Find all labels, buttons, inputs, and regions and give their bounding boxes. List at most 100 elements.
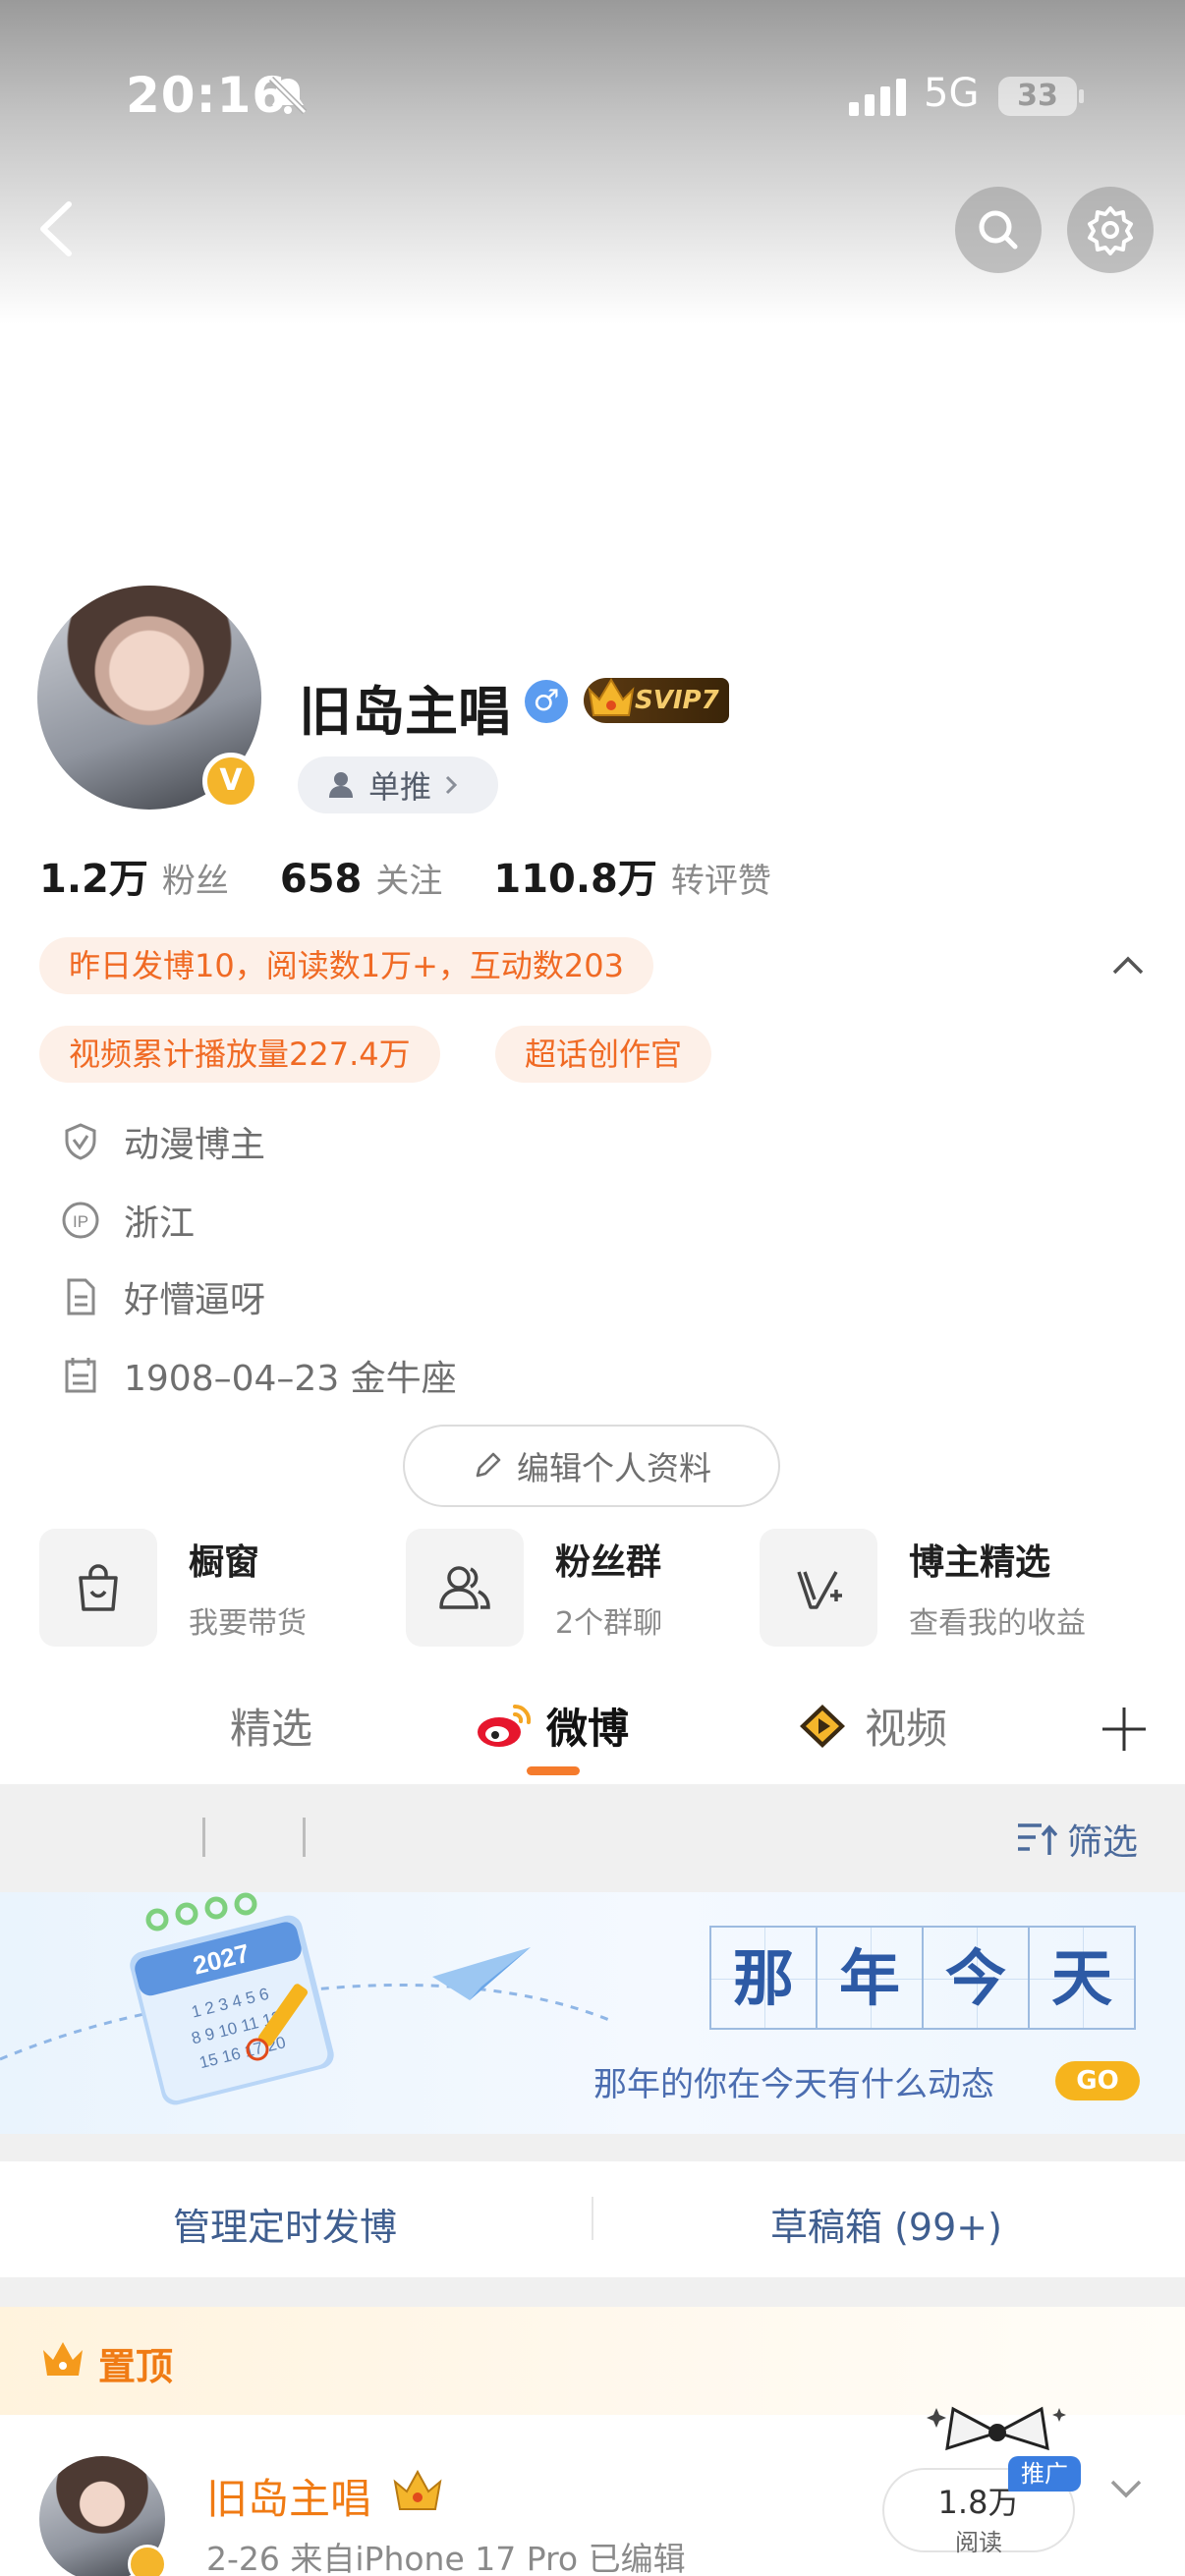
info-row-birthday: 1908–04–23 金牛座 — [61, 1350, 457, 1401]
tile-creator-picks[interactable]: 博主精选 查看我的收益 — [760, 1529, 1086, 1647]
stat-interactions[interactable]: 110.8万 转评赞 — [493, 847, 771, 904]
tab-label: 精选 — [230, 1705, 313, 1753]
stat-label: 粉丝 — [161, 862, 229, 901]
stat-followers[interactable]: 1.2万 粉丝 — [39, 847, 229, 904]
stat-label: 关注 — [375, 862, 443, 901]
info-text: 好懵逼呀 — [124, 1280, 266, 1320]
male-gender-icon: ♂ — [525, 680, 568, 723]
banner-title-char: 那 — [709, 1926, 818, 2030]
settings-button[interactable] — [1067, 187, 1154, 273]
calendar-icon — [65, 1358, 96, 1393]
section-gap — [0, 2134, 1185, 2161]
crown-icon — [588, 678, 635, 716]
group-icon — [439, 1566, 490, 1609]
selection-icon — [797, 1571, 842, 1609]
active-tab-indicator — [527, 1766, 580, 1775]
on-this-day-banner[interactable]: 2027 1 2 3 4 5 6 8 9 10 11 12 15 16 17 2… — [0, 1892, 1185, 2134]
weibo-logo-icon — [478, 1704, 532, 1747]
chevron-up-icon[interactable] — [1108, 949, 1148, 979]
search-icon — [979, 210, 1018, 250]
pencil-icon — [476, 1452, 501, 1478]
info-row-bio: 好懵逼呀 — [61, 1271, 265, 1322]
tile-title: 橱窗 — [189, 1542, 260, 1583]
tile-subtitle: 2个群聊 — [555, 1606, 663, 1641]
video-play-icon — [800, 1704, 845, 1748]
tile-icon-box — [39, 1529, 157, 1647]
ip-icon: IP — [62, 1202, 99, 1239]
battery-cap — [1079, 89, 1084, 103]
filter-bar: 筛选 — [0, 1784, 1185, 1892]
tab-label: 微博 — [546, 1705, 630, 1753]
calendar-illustration: 2027 1 2 3 4 5 6 8 9 10 11 12 15 16 17 2… — [0, 1892, 610, 2105]
banner-title-char: 天 — [1028, 1926, 1136, 2030]
tile-subtitle: 我要带货 — [189, 1606, 307, 1641]
banner-go-button[interactable]: GO — [1055, 2061, 1140, 2100]
info-text: 1908–04–23 金牛座 — [124, 1359, 457, 1399]
actions-divider — [592, 2197, 593, 2240]
info-row-category: 动漫博主 — [61, 1116, 265, 1167]
edit-profile-button[interactable]: 编辑个人资料 — [403, 1425, 780, 1507]
tab-video[interactable]: 视频 — [794, 1696, 947, 1756]
promote-tag[interactable]: 推广 — [1008, 2456, 1081, 2492]
shield-icon — [65, 1123, 96, 1160]
activity-chip[interactable]: 昨日发博10，阅读数1万+，互动数203 — [39, 937, 653, 994]
tile-showcase[interactable]: 橱窗 我要带货 — [39, 1529, 307, 1647]
section-gap — [0, 2277, 1185, 2307]
filter-sort-icon — [1018, 1823, 1057, 1855]
tab-weibo[interactable]: 微博 — [476, 1696, 629, 1756]
filter-divider — [303, 1818, 306, 1857]
filter-button[interactable]: 筛选 — [1016, 1814, 1138, 1865]
status-bar: 20:16 5G 33 — [0, 0, 1185, 187]
back-arrow-icon[interactable] — [28, 196, 86, 261]
filter-divider — [202, 1818, 205, 1857]
tab-label: 视频 — [865, 1705, 948, 1753]
banner-title-char: 年 — [816, 1926, 924, 2030]
tile-icon-box — [406, 1529, 524, 1647]
profile-username: 旧岛主唱 — [299, 681, 511, 743]
tile-fan-group[interactable]: 粉丝群 2个群聊 — [406, 1529, 662, 1647]
post-author-name[interactable]: 旧岛主唱 — [206, 2466, 371, 2526]
tile-icon-box — [760, 1529, 877, 1647]
search-button[interactable] — [955, 187, 1042, 273]
video-plays-chip[interactable]: 视频累计播放量227.4万 — [39, 1026, 440, 1083]
info-text: 动漫博主 — [124, 1125, 266, 1165]
pin-button[interactable]: 单推 — [298, 756, 498, 813]
post-meta: 2-26 来自iPhone 17 Pro 已编辑 — [206, 2540, 686, 2576]
battery-level: 33 — [998, 77, 1077, 116]
stat-following[interactable]: 658 关注 — [280, 854, 443, 902]
document-icon — [67, 1278, 95, 1316]
banner-title: 那 年 今 天 — [709, 1926, 1136, 2030]
svg-text:IP: IP — [73, 1212, 88, 1231]
info-row-location: IP 浙江 — [61, 1195, 195, 1246]
crown-icon — [43, 2342, 83, 2376]
drafts-link[interactable]: 草稿箱 (99+) — [770, 2197, 1002, 2251]
info-text: 浙江 — [124, 1204, 196, 1244]
pin-label: 单推 — [368, 768, 432, 806]
chevron-right-icon — [445, 775, 458, 795]
stat-label: 转评赞 — [670, 862, 771, 901]
tab-featured[interactable]: 精选 — [230, 1696, 312, 1756]
stat-value: 658 — [279, 857, 363, 902]
add-tab-icon[interactable] — [1099, 1704, 1150, 1755]
edit-profile-label: 编辑个人资料 — [517, 1449, 711, 1487]
banner-title-char: 今 — [922, 1926, 1030, 2030]
gear-icon — [1088, 206, 1133, 255]
pinned-label: 置顶 — [98, 2345, 174, 2388]
stat-value: 1.2万 — [39, 857, 148, 902]
creator-chip[interactable]: 超话创作官 — [495, 1026, 712, 1083]
person-icon — [329, 772, 353, 798]
bell-off-icon — [268, 76, 308, 115]
tile-title: 粉丝群 — [555, 1542, 662, 1583]
stat-value: 110.8万 — [493, 857, 657, 902]
profile-tabs: 精选 微博 视频 — [0, 1680, 1185, 1778]
profile-stats: 1.2万 粉丝 658 关注 110.8万 转评赞 — [39, 847, 822, 904]
shopping-bag-icon — [79, 1564, 118, 1611]
verified-badge: V — [202, 753, 259, 810]
scheduled-posts-link[interactable]: 管理定时发博 — [173, 2197, 397, 2251]
read-label: 阅读 — [955, 2529, 1002, 2556]
chevron-down-icon[interactable] — [1106, 2476, 1146, 2503]
post-verified-badge — [128, 2545, 167, 2576]
network-type: 5G — [924, 71, 980, 116]
status-time: 20:16 — [126, 67, 288, 124]
tile-title: 博主精选 — [909, 1542, 1051, 1583]
